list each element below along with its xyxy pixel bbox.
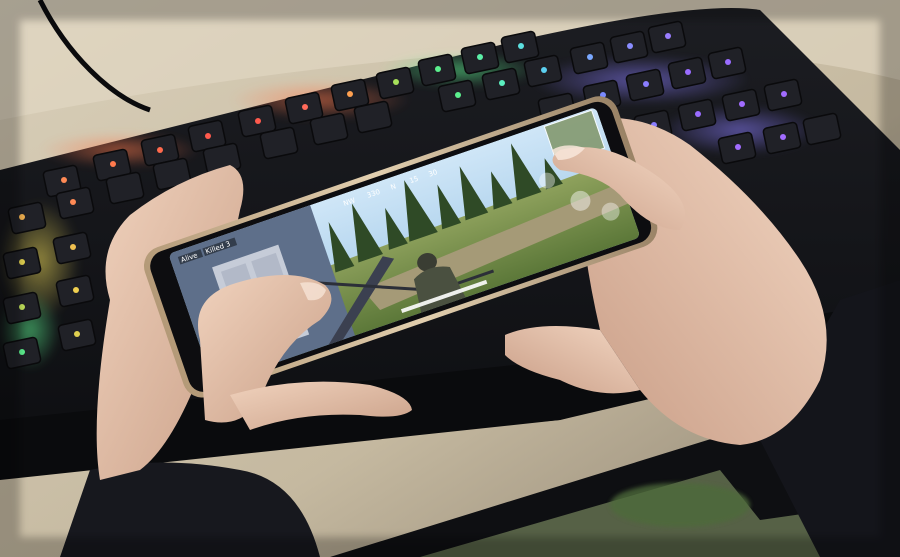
photo-scene: Alive Killed 3 NW 330 N 15 30 <box>0 0 900 557</box>
photo-canvas: Alive Killed 3 NW 330 N 15 30 <box>0 0 900 557</box>
